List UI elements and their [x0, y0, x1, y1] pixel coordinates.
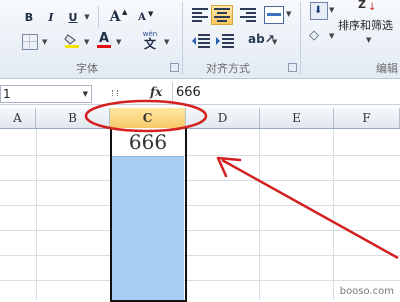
- watermark: booso.com: [339, 286, 394, 297]
- annotation-arrow: [221, 158, 399, 260]
- annotation-overlay: [84, 99, 399, 260]
- annotation-circle: [84, 99, 208, 133]
